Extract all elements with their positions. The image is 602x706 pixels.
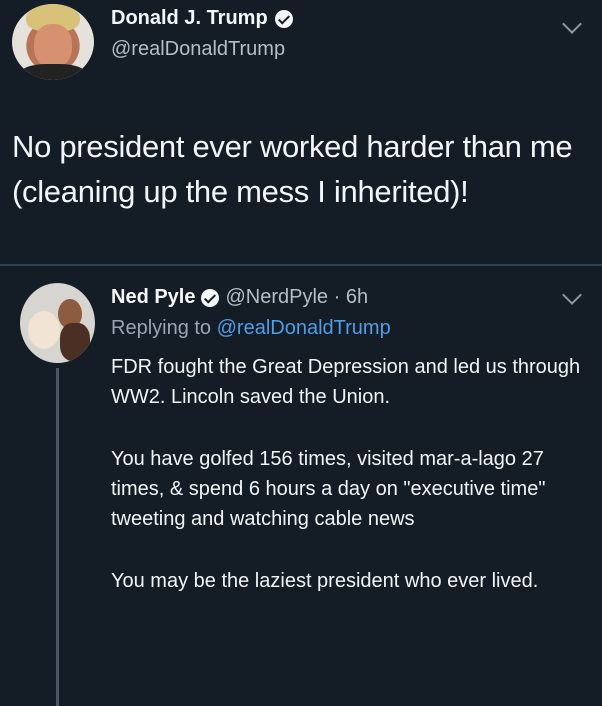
author-name-row[interactable]: Donald J. Trump (111, 7, 293, 30)
replying-to-prefix: Replying to (111, 317, 217, 339)
thread-line (56, 368, 59, 706)
reply-text: FDR fought the Great Depression and led … (111, 352, 581, 596)
reply-paragraph: FDR fought the Great Depression and led … (111, 356, 581, 408)
author-display-name[interactable]: Donald J. Trump (111, 7, 268, 30)
author-handle[interactable]: @realDonaldTrump (111, 38, 285, 61)
chevron-down-icon[interactable] (562, 14, 582, 34)
replying-to-link[interactable]: @realDonaldTrump (217, 317, 391, 339)
verified-badge-icon (274, 9, 293, 28)
reply-handle-time[interactable]: @NerdPyle · 6h (225, 286, 368, 309)
replying-to-line: Replying to @realDonaldTrump (111, 317, 391, 340)
reply-author-name-row[interactable]: Ned Pyle @NerdPyle · 6h (111, 286, 368, 309)
avatar-child-face (28, 311, 60, 349)
tweet-text: No president ever worked harder than me … (12, 129, 573, 209)
avatar-suit (20, 64, 86, 80)
tweet-divider (0, 264, 602, 266)
reply-paragraph: You have golfed 156 times, visited mar-a… (111, 448, 546, 530)
author-avatar[interactable] (12, 4, 94, 80)
avatar-background (60, 323, 90, 361)
reply-paragraph: You may be the laziest president who eve… (111, 570, 539, 592)
chevron-down-icon[interactable] (562, 285, 582, 305)
reply-author-display-name[interactable]: Ned Pyle (111, 286, 195, 309)
reply-author-avatar[interactable] (20, 283, 95, 363)
verified-badge-icon (201, 288, 220, 307)
avatar-face (34, 24, 72, 68)
